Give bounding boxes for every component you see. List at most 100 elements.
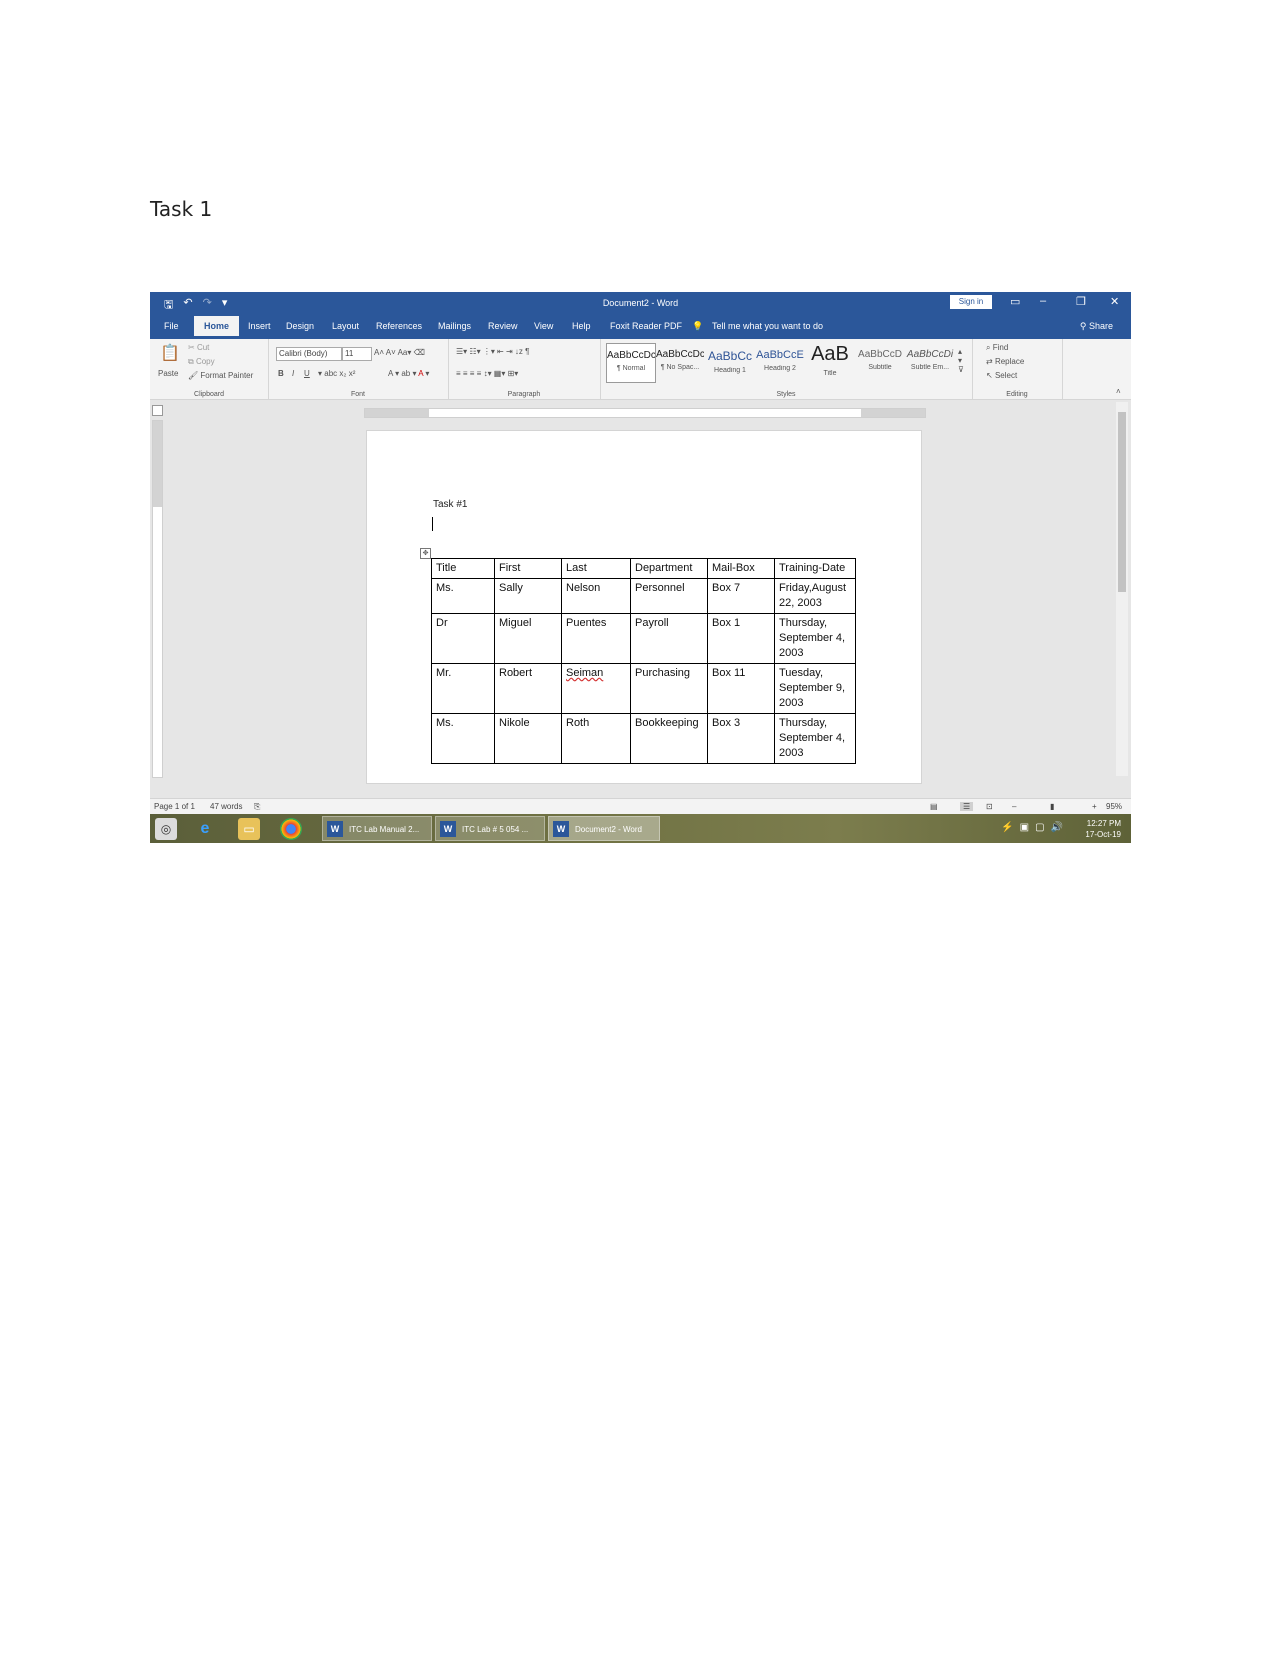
tell-me-search[interactable]: Tell me what you want to do [712, 321, 823, 331]
file-explorer-icon[interactable]: ▭ [238, 818, 260, 840]
minimize-icon[interactable]: – [1040, 295, 1046, 307]
select-button[interactable]: ↖ Select [986, 371, 1017, 380]
clock[interactable]: 12:27 PM 17-Oct-19 [1085, 818, 1121, 840]
chrome-icon[interactable] [280, 818, 302, 840]
taskbar-word-3[interactable]: W Document2 - Word [548, 816, 660, 841]
table-cell[interactable]: Roth [561, 713, 631, 764]
table-cell[interactable]: Thursday, September 4, 2003 [774, 613, 856, 664]
font-size-select[interactable]: 11 [342, 347, 372, 361]
table-header-cell[interactable]: Training-Date [774, 558, 856, 579]
table-cell[interactable]: Payroll [630, 613, 708, 664]
restore-icon[interactable]: ❐ [1076, 295, 1086, 308]
table-cell[interactable]: Dr [431, 613, 495, 664]
table-header-cell[interactable]: Mail-Box [707, 558, 775, 579]
vertical-scrollbar[interactable] [1116, 402, 1128, 776]
table-cell[interactable]: Purchasing [630, 663, 708, 714]
tab-selector[interactable] [152, 405, 163, 416]
table-cell[interactable]: Mr. [431, 663, 495, 714]
internet-explorer-icon[interactable]: e [194, 818, 216, 840]
style-title[interactable]: AaB Title [806, 343, 854, 381]
table-header-cell[interactable]: First [494, 558, 562, 579]
scrollbar-thumb[interactable] [1118, 412, 1126, 592]
style-no-spacing[interactable]: AaBbCcDc ¶ No Spac... [656, 343, 704, 381]
table-cell[interactable]: Miguel [494, 613, 562, 664]
taskbar-word-2[interactable]: W ITC Lab # 5 054 ... [435, 816, 545, 841]
table-cell[interactable]: Bookkeeping [630, 713, 708, 764]
paste-icon[interactable]: 📋 [160, 343, 180, 363]
table-cell[interactable]: Sally [494, 578, 562, 614]
grow-font-icon[interactable]: A˄ A˅ Aa▾ ⌫ [374, 348, 425, 357]
table-cell[interactable]: Thursday, September 4, 2003 [774, 713, 856, 764]
table-cell[interactable]: Seiman [561, 663, 631, 714]
document-page[interactable]: Task #1 ✥ Title First Last Department Ma… [366, 430, 922, 784]
table-cell[interactable]: Ms. [431, 578, 495, 614]
format-painter-button[interactable]: 🖌 Format Painter [188, 371, 253, 380]
copy-button[interactable]: ⧉ Copy [188, 357, 215, 367]
system-tray-icons[interactable]: ⚡ ▣ ▢ 🔊 [1001, 822, 1063, 833]
table-cell[interactable]: Puentes [561, 613, 631, 664]
start-icon[interactable]: ◎ [155, 818, 177, 840]
taskbar-word-1[interactable]: W ITC Lab Manual 2... [322, 816, 432, 841]
tab-review[interactable]: Review [488, 321, 518, 331]
table-cell[interactable]: Nelson [561, 578, 631, 614]
zoom-in-icon[interactable]: + [1092, 802, 1097, 811]
replace-button[interactable]: ⇄ Replace [986, 357, 1024, 366]
web-layout-icon[interactable]: ⊡ [986, 802, 993, 811]
cut-button[interactable]: ✂ Cut [188, 343, 209, 352]
table-move-handle[interactable]: ✥ [420, 548, 431, 559]
share-button[interactable]: ⚲ Share [1080, 321, 1113, 332]
style-heading-1[interactable]: AaBbCc Heading 1 [706, 343, 754, 381]
zoom-slider[interactable]: ▮ [1050, 802, 1054, 811]
tab-insert[interactable]: Insert [248, 321, 271, 331]
table-cell[interactable]: Box 3 [707, 713, 775, 764]
table-cell[interactable]: Tuesday, September 9, 2003 [774, 663, 856, 714]
tab-layout[interactable]: Layout [332, 321, 359, 331]
text-effects-icons[interactable]: A ▾ ab ▾ A ▾ [388, 369, 429, 378]
tab-mailings[interactable]: Mailings [438, 321, 471, 331]
table-cell[interactable]: Box 11 [707, 663, 775, 714]
tab-home[interactable]: Home [194, 316, 240, 336]
find-button[interactable]: ⌕ Find [986, 343, 1008, 353]
tab-foxit[interactable]: Foxit Reader PDF [610, 321, 682, 331]
table-cell[interactable]: Box 7 [707, 578, 775, 614]
list-icons[interactable]: ☰▾ ☷▾ ⋮▾ ⇤ ⇥ ↓z ¶ [456, 347, 529, 356]
collapse-ribbon-icon[interactable]: ˄ [1116, 387, 1121, 396]
underline-icon[interactable]: U [304, 369, 310, 378]
zoom-out-icon[interactable]: – [1012, 802, 1016, 811]
table-cell[interactable]: Ms. [431, 713, 495, 764]
style-subtle-emphasis[interactable]: AaBbCcDi Subtle Em... [906, 343, 954, 381]
bold-icon[interactable]: B [278, 369, 284, 378]
strikethrough-subscript-icons[interactable]: ▾ abc x₂ x² [318, 369, 355, 378]
styles-scroll-icon[interactable]: ▴ ▾ ⊽ [958, 347, 964, 374]
tab-view[interactable]: View [534, 321, 553, 331]
table-cell[interactable]: Friday,August 22, 2003 [774, 578, 856, 614]
page-count[interactable]: Page 1 of 1 [154, 802, 195, 811]
horizontal-ruler[interactable] [364, 408, 926, 418]
table-cell[interactable]: Robert [494, 663, 562, 714]
tab-design[interactable]: Design [286, 321, 314, 331]
style-normal[interactable]: AaBbCcDc ¶ Normal [606, 343, 656, 383]
table-header-cell[interactable]: Department [630, 558, 708, 579]
font-name-select[interactable]: Calibri (Body) [276, 347, 342, 361]
style-heading-2[interactable]: AaBbCcE Heading 2 [756, 343, 804, 381]
italic-icon[interactable]: I [292, 369, 294, 378]
table-cell[interactable]: Box 1 [707, 613, 775, 664]
document-table[interactable]: Title First Last Department Mail-Box Tra… [431, 558, 856, 764]
proofing-icon[interactable]: ⎘ [254, 802, 260, 812]
word-count[interactable]: 47 words [210, 802, 242, 811]
paste-button[interactable]: Paste [158, 369, 178, 378]
tab-file[interactable]: File [164, 321, 179, 331]
tab-help[interactable]: Help [572, 321, 591, 331]
print-layout-icon[interactable]: ☰ [960, 802, 974, 811]
read-mode-icon[interactable]: ▤ [930, 802, 938, 811]
table-cell[interactable]: Personnel [630, 578, 708, 614]
table-header-cell[interactable]: Last [561, 558, 631, 579]
vertical-ruler[interactable] [152, 420, 163, 778]
style-subtitle[interactable]: AaBbCcD Subtitle [856, 343, 904, 381]
tab-references[interactable]: References [376, 321, 422, 331]
align-icons[interactable]: ≡ ≡ ≡ ≡ ↕▾ ▦▾ ⊞▾ [456, 369, 518, 378]
sign-in-button[interactable]: Sign in [950, 295, 992, 309]
table-header-cell[interactable]: Title [431, 558, 495, 579]
table-cell[interactable]: Nikole [494, 713, 562, 764]
close-icon[interactable]: ✕ [1110, 295, 1119, 308]
